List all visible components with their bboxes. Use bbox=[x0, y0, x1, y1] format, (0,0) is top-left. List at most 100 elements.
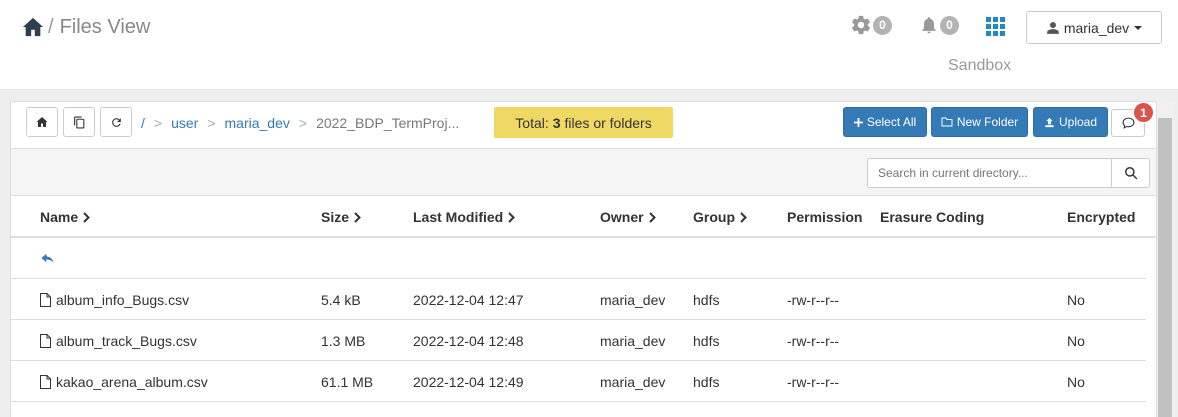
file-name-cell[interactable]: album_track_Bugs.csv bbox=[40, 333, 197, 349]
file-encrypted: No bbox=[1067, 333, 1085, 349]
title-separator: / bbox=[48, 15, 54, 38]
plus-icon bbox=[853, 117, 863, 127]
column-header-name[interactable]: Name bbox=[40, 209, 91, 225]
home-icon bbox=[36, 117, 48, 127]
file-owner: maria_dev bbox=[600, 374, 666, 390]
search-bar bbox=[11, 148, 1156, 196]
file-name: album_info_Bugs.csv bbox=[56, 292, 190, 308]
file-icon bbox=[40, 334, 51, 348]
scrollbar-thumb[interactable] bbox=[1158, 118, 1172, 417]
breadcrumb: / > user > maria_dev > 2022_BDP_TermProj… bbox=[141, 115, 459, 131]
bell-count-badge: 0 bbox=[940, 15, 959, 35]
column-header-group[interactable]: Group bbox=[693, 209, 747, 225]
operations-indicator[interactable]: 0 bbox=[850, 14, 892, 36]
refresh-button[interactable] bbox=[100, 107, 132, 137]
column-label: Name bbox=[40, 209, 79, 225]
column-header-erasure-coding: Erasure Coding bbox=[880, 209, 984, 225]
refresh-icon bbox=[111, 117, 121, 127]
file-permission: -rw-r--r-- bbox=[787, 292, 840, 308]
file-group: hdfs bbox=[693, 292, 720, 308]
file-icon bbox=[40, 293, 51, 307]
file-permission: -rw-r--r-- bbox=[787, 374, 840, 390]
go-home-button[interactable] bbox=[26, 107, 58, 137]
file-name-cell[interactable]: kakao_arena_album.csv bbox=[40, 374, 208, 390]
chevron-right-icon bbox=[648, 211, 656, 223]
files-toolbar: / > user > maria_dev > 2022_BDP_TermProj… bbox=[11, 102, 1156, 148]
chevron-right-icon bbox=[354, 211, 361, 223]
column-header-last-modified[interactable]: Last Modified bbox=[413, 209, 516, 225]
copy-icon bbox=[73, 116, 84, 128]
breadcrumb-separator: > bbox=[298, 115, 308, 131]
chevron-right-icon bbox=[508, 211, 516, 223]
file-group: hdfs bbox=[693, 333, 720, 349]
column-label: Last Modified bbox=[413, 209, 504, 225]
chevron-right-icon bbox=[83, 211, 91, 223]
total-count-banner: Total: 3 files or folders bbox=[494, 107, 673, 138]
total-prefix: Total: bbox=[515, 114, 549, 131]
user-menu-button[interactable]: maria_dev bbox=[1026, 11, 1162, 44]
breadcrumb-item-user[interactable]: user bbox=[171, 115, 198, 131]
column-label: Erasure Coding bbox=[880, 209, 985, 225]
breadcrumb-separator: > bbox=[207, 115, 216, 131]
chevron-down-icon bbox=[1134, 25, 1143, 30]
table-row[interactable]: album_track_Bugs.csv 1.3 MB 2022-12-04 1… bbox=[11, 320, 1146, 361]
column-label: Owner bbox=[600, 209, 644, 225]
breadcrumb-separator: > bbox=[153, 115, 163, 131]
home-icon[interactable] bbox=[22, 16, 44, 38]
comment-icon bbox=[1122, 117, 1134, 129]
new-folder-label: New Folder bbox=[956, 115, 1019, 129]
search-button[interactable] bbox=[1111, 158, 1150, 188]
file-encrypted: No bbox=[1067, 374, 1085, 390]
views-menu[interactable] bbox=[986, 17, 1006, 37]
parent-directory-row[interactable] bbox=[11, 238, 1146, 279]
file-icon bbox=[40, 375, 51, 389]
alerts-indicator[interactable]: 0 bbox=[919, 14, 959, 36]
breadcrumb-root[interactable]: / bbox=[141, 115, 145, 131]
search-input[interactable] bbox=[867, 158, 1112, 188]
column-header-encrypted: Encrypted bbox=[1067, 209, 1135, 225]
gear-count-badge: 0 bbox=[873, 15, 892, 35]
file-group: hdfs bbox=[693, 374, 720, 390]
breadcrumb-item-current: 2022_BDP_TermProj... bbox=[316, 115, 460, 131]
file-size: 5.4 kB bbox=[321, 292, 361, 308]
notification-count-badge: 1 bbox=[1133, 102, 1154, 123]
search-icon bbox=[1124, 167, 1137, 180]
table-row[interactable]: album_info_Bugs.csv 5.4 kB 2022-12-04 12… bbox=[11, 279, 1146, 320]
column-label: Group bbox=[693, 209, 735, 225]
table-row[interactable]: kakao_arena_album.csv 61.1 MB 2022-12-04… bbox=[11, 361, 1146, 402]
column-header-size[interactable]: Size bbox=[321, 209, 361, 225]
bell-icon bbox=[922, 17, 936, 34]
breadcrumb-item-maria-dev[interactable]: maria_dev bbox=[225, 115, 290, 131]
file-name: kakao_arena_album.csv bbox=[56, 374, 208, 390]
select-all-label: Select All bbox=[866, 115, 917, 129]
select-all-button[interactable]: Select All bbox=[843, 107, 927, 137]
cluster-label: Sandbox bbox=[948, 57, 1012, 74]
file-modified: 2022-12-04 12:48 bbox=[413, 333, 524, 349]
new-folder-button[interactable]: New Folder bbox=[931, 107, 1028, 137]
grid-icon bbox=[986, 17, 1005, 36]
column-label: Size bbox=[321, 209, 350, 225]
user-name: maria_dev bbox=[1063, 19, 1130, 36]
file-modified: 2022-12-04 12:49 bbox=[413, 374, 524, 390]
upload-icon bbox=[1045, 117, 1054, 127]
file-owner: maria_dev bbox=[600, 333, 666, 349]
file-name-cell[interactable]: album_info_Bugs.csv bbox=[40, 292, 189, 308]
file-name: album_track_Bugs.csv bbox=[56, 333, 197, 349]
copy-path-button[interactable] bbox=[63, 107, 95, 137]
table-header: Name Size Last Modified Owner Group Perm… bbox=[11, 196, 1156, 238]
total-suffix: files or folders bbox=[564, 114, 652, 131]
column-header-owner[interactable]: Owner bbox=[600, 209, 656, 225]
reply-icon[interactable] bbox=[40, 252, 55, 264]
upload-button[interactable]: Upload bbox=[1033, 107, 1108, 137]
user-icon bbox=[1046, 21, 1059, 34]
file-encrypted: No bbox=[1067, 292, 1085, 308]
file-owner: maria_dev bbox=[600, 292, 666, 308]
column-label: Permission bbox=[787, 209, 863, 225]
folder-icon bbox=[941, 117, 953, 127]
page-title: / Files View bbox=[22, 14, 150, 40]
title-text: Files View bbox=[59, 15, 151, 38]
file-size: 61.1 MB bbox=[321, 374, 374, 390]
total-count: 3 bbox=[552, 114, 561, 131]
file-modified: 2022-12-04 12:47 bbox=[413, 292, 524, 308]
top-header: / Files View 0 0 maria_dev Sandbox bbox=[0, 0, 1178, 90]
